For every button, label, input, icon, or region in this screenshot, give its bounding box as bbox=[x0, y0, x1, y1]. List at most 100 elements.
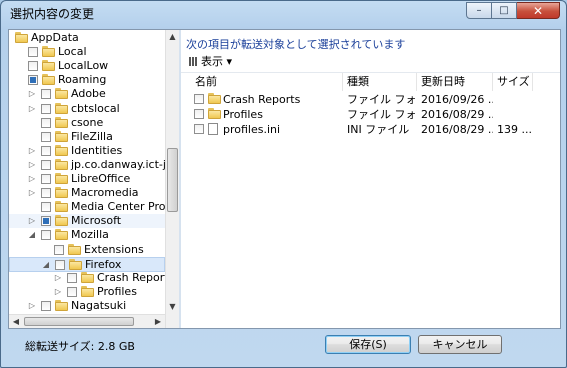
tree-item-label: Extensions bbox=[84, 242, 144, 256]
file-row-checkbox[interactable] bbox=[194, 109, 204, 119]
tree-item[interactable]: Extensions bbox=[9, 243, 165, 257]
tree-item-label: Macromedia bbox=[71, 186, 139, 200]
file-row[interactable]: profiles.ini INI ファイル 2016/08/29 ... 139 ..… bbox=[181, 122, 560, 137]
expand-arrow-icon[interactable]: ▷ bbox=[28, 172, 36, 186]
scroll-up-arrow-icon[interactable]: ▲ bbox=[166, 30, 179, 44]
tree-item[interactable]: LocalLow bbox=[9, 59, 165, 73]
tree-item-checkbox[interactable] bbox=[41, 117, 51, 128]
tree-item-checkbox[interactable] bbox=[41, 174, 51, 184]
tree-item-checkbox[interactable] bbox=[41, 159, 51, 170]
folder-icon bbox=[208, 108, 222, 119]
tree-item[interactable]: ▷ Adobe bbox=[9, 87, 165, 101]
file-date: 2016/09/26 ... bbox=[421, 93, 493, 106]
tree-item[interactable]: ▷ Identities bbox=[9, 144, 165, 158]
tree-horizontal-scrollbar[interactable]: ◀ ▶ bbox=[9, 314, 165, 328]
file-row[interactable]: Crash Reports ファイル フォル... 2016/09/26 ... bbox=[181, 92, 560, 107]
expand-arrow-icon[interactable]: ▷ bbox=[54, 285, 62, 299]
expand-arrow-icon[interactable]: ▷ bbox=[28, 186, 36, 200]
folder-icon bbox=[55, 201, 69, 213]
tree-item-label: Profiles bbox=[97, 284, 137, 298]
file-row[interactable]: Profiles ファイル フォル... 2016/08/29 ... bbox=[181, 107, 560, 122]
folder-icon bbox=[55, 187, 69, 199]
folder-icon bbox=[15, 32, 29, 43]
tree-item-checkbox[interactable] bbox=[41, 230, 51, 241]
scroll-down-arrow-icon[interactable]: ▼ bbox=[166, 300, 179, 314]
tree-item-checkbox[interactable] bbox=[67, 272, 77, 283]
tree-item[interactable]: FileZilla bbox=[9, 130, 165, 144]
file-row-checkbox[interactable] bbox=[194, 94, 204, 104]
scroll-thumb[interactable] bbox=[167, 148, 178, 212]
column-header-name[interactable]: 名前 bbox=[191, 73, 343, 91]
minimize-button[interactable]: – bbox=[466, 2, 492, 19]
tree-item[interactable]: ▷ LibreOffice bbox=[9, 172, 165, 186]
file-icon bbox=[208, 123, 218, 135]
tree-item-checkbox[interactable] bbox=[41, 300, 51, 311]
expand-arrow-icon[interactable]: ▷ bbox=[28, 214, 36, 228]
tree-item-checkbox[interactable] bbox=[28, 75, 38, 86]
tree-vertical-scrollbar[interactable]: ▲ ▼ bbox=[165, 30, 179, 328]
view-menu-button[interactable]: 表示 ▾ bbox=[185, 54, 236, 70]
tree-item[interactable]: AppData bbox=[9, 31, 165, 45]
tree-item-checkbox[interactable] bbox=[55, 259, 65, 270]
tree-item-checkbox[interactable] bbox=[41, 131, 51, 142]
folder-icon bbox=[208, 93, 222, 104]
column-header-size[interactable]: サイズ bbox=[493, 73, 533, 91]
save-button[interactable]: 保存(S) bbox=[325, 335, 411, 354]
scroll-right-arrow-icon[interactable]: ▶ bbox=[151, 315, 165, 329]
tree-item-checkbox[interactable] bbox=[28, 47, 38, 58]
expand-arrow-icon[interactable]: ▷ bbox=[28, 87, 36, 101]
folder-tree[interactable]: AppData Local LocalLow Roaming ▷ Adobe ▷ cbtslo… bbox=[9, 30, 179, 328]
tree-item-label: Firefox bbox=[85, 257, 122, 271]
tree-item-checkbox[interactable] bbox=[54, 244, 64, 255]
tree-item-label: LibreOffice bbox=[71, 172, 131, 185]
maximize-button[interactable]: □ bbox=[492, 2, 517, 19]
title-bar[interactable]: 選択内容の変更 – □ ✕ bbox=[1, 1, 566, 29]
file-type: ファイル フォル... bbox=[347, 93, 417, 106]
tree-item[interactable]: Local bbox=[9, 45, 165, 59]
tree-item-checkbox[interactable] bbox=[41, 202, 51, 213]
tree-item-label: Nagatsuki bbox=[71, 298, 127, 312]
tree-item-checkbox[interactable] bbox=[41, 188, 51, 199]
tree-item-checkbox[interactable] bbox=[41, 145, 51, 156]
folder-icon bbox=[55, 158, 69, 170]
expand-arrow-icon[interactable]: ▷ bbox=[28, 299, 36, 313]
tree-item[interactable]: csone bbox=[9, 116, 165, 130]
file-row-checkbox[interactable] bbox=[194, 124, 204, 134]
tree-item[interactable]: ▷ cbtslocal bbox=[9, 102, 165, 116]
window-controls: – □ ✕ bbox=[466, 2, 560, 19]
tree-item-label: cbtslocal bbox=[71, 101, 120, 115]
expand-arrow-icon[interactable]: ▷ bbox=[54, 271, 62, 285]
tree-item-checkbox[interactable] bbox=[41, 216, 51, 227]
tree-item[interactable]: ▷ jp.co.danway.ict-jig2 bbox=[9, 158, 179, 172]
tree-item[interactable]: Media Center Program bbox=[9, 200, 179, 214]
tree-item[interactable]: ▷ Microsoft bbox=[9, 214, 165, 229]
folder-icon bbox=[55, 299, 69, 311]
tree-item[interactable]: ◢ Firefox bbox=[9, 256, 165, 272]
folder-icon bbox=[81, 285, 95, 297]
dialog-window: 選択内容の変更 – □ ✕ AppData Local LocalLow Roamin… bbox=[0, 0, 567, 368]
folder-icon bbox=[55, 229, 69, 241]
tree-item-checkbox[interactable] bbox=[28, 61, 38, 72]
expand-arrow-icon[interactable]: ▷ bbox=[28, 144, 36, 158]
tree-item-checkbox[interactable] bbox=[67, 286, 77, 297]
column-header-date[interactable]: 更新日時 bbox=[417, 73, 493, 91]
tree-item-checkbox[interactable] bbox=[41, 103, 51, 114]
scroll-left-arrow-icon[interactable]: ◀ bbox=[9, 315, 23, 329]
tree-item[interactable]: ▷ Crash Reports bbox=[9, 271, 174, 285]
collapse-arrow-icon[interactable]: ◢ bbox=[42, 258, 50, 272]
scroll-thumb-horizontal[interactable] bbox=[24, 317, 134, 326]
column-header-type[interactable]: 種類 bbox=[343, 73, 417, 91]
expand-arrow-icon[interactable]: ▷ bbox=[28, 158, 36, 172]
tree-item[interactable]: Roaming bbox=[9, 73, 165, 87]
tree-item[interactable]: ▷ Profiles bbox=[9, 285, 165, 299]
expand-arrow-icon[interactable]: ▷ bbox=[28, 102, 36, 116]
close-button[interactable]: ✕ bbox=[517, 2, 560, 19]
file-name: Profiles bbox=[223, 108, 263, 121]
tree-item[interactable]: ▷ Macromedia bbox=[9, 186, 165, 200]
tree-item[interactable]: ◢ Mozilla bbox=[9, 228, 165, 242]
cancel-button[interactable]: キャンセル bbox=[418, 335, 502, 354]
collapse-arrow-icon[interactable]: ◢ bbox=[28, 228, 36, 242]
tree-item[interactable]: ▷ Nagatsuki bbox=[9, 299, 165, 313]
tree-item-checkbox[interactable] bbox=[41, 89, 51, 100]
tree-item-label: csone bbox=[71, 115, 104, 129]
